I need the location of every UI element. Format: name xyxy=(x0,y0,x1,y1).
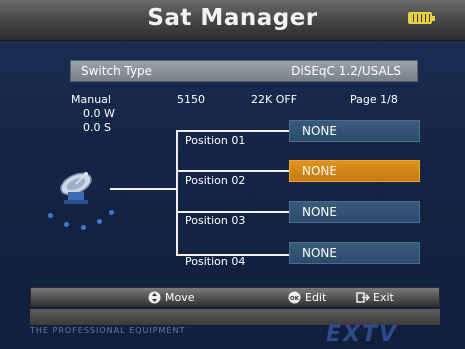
position-value-2: NONE xyxy=(302,164,337,178)
position-label-4: Position 04 xyxy=(185,255,246,268)
title-bar: Sat Manager xyxy=(0,0,465,41)
orbit-dot xyxy=(64,222,69,227)
edit-hint: Edit xyxy=(305,291,327,304)
exit-hint: Exit xyxy=(373,291,394,304)
move-hint: Move xyxy=(165,291,195,304)
position-value-3: NONE xyxy=(302,205,337,219)
position-value-4: NONE xyxy=(302,246,337,260)
latitude-value: 0.0 S xyxy=(83,121,111,134)
move-arrows-icon xyxy=(148,291,161,304)
orbit-dot xyxy=(48,213,53,218)
brand-logo: EXTV xyxy=(326,322,399,347)
battery-icon xyxy=(408,12,435,24)
switch-type-row[interactable]: Switch Type DiSEqC 1.2/USALS xyxy=(70,60,418,82)
exit-icon xyxy=(356,292,370,303)
lnb-frequency: 5150 xyxy=(177,93,205,106)
orbit-dot xyxy=(97,219,102,224)
mode-label: Manual xyxy=(71,93,111,106)
switch-type-label: Switch Type xyxy=(81,64,153,78)
connector-branch-2 xyxy=(176,170,289,172)
ok-badge-text: OK xyxy=(290,296,300,302)
position-slot-1[interactable]: NONE xyxy=(289,120,420,142)
connector-branch-3 xyxy=(176,211,289,213)
orbit-dot xyxy=(81,225,86,230)
switch-type-value: DiSEqC 1.2/USALS xyxy=(291,64,401,78)
connector-line xyxy=(110,188,177,190)
position-slot-3[interactable]: NONE xyxy=(289,201,420,223)
connector-branch-1 xyxy=(176,130,289,132)
position-slot-2[interactable]: NONE xyxy=(289,160,420,182)
position-value-1: NONE xyxy=(302,124,337,138)
help-bar: Move OK Edit Exit xyxy=(30,287,440,307)
position-label-1: Position 01 xyxy=(185,134,246,147)
satellite-dish-icon xyxy=(60,172,92,204)
tone-status: 22K OFF xyxy=(251,93,298,106)
position-slot-4[interactable]: NONE xyxy=(289,242,420,264)
page-indicator: Page 1/8 xyxy=(350,93,398,106)
page-title: Sat Manager xyxy=(147,5,318,31)
orbit-dot xyxy=(109,210,114,215)
position-label-2: Position 02 xyxy=(185,174,246,187)
connector-trunk xyxy=(176,130,178,256)
position-label-3: Position 03 xyxy=(185,214,246,227)
ok-button-icon: OK xyxy=(288,291,301,304)
longitude-value: 0.0 W xyxy=(83,107,115,120)
brand-tagline: THE PROFESSIONAL EQUIPMENT xyxy=(30,326,186,335)
sat-manager-screen: Sat Manager Switch Type DiSEqC 1.2/USALS… xyxy=(0,0,465,349)
